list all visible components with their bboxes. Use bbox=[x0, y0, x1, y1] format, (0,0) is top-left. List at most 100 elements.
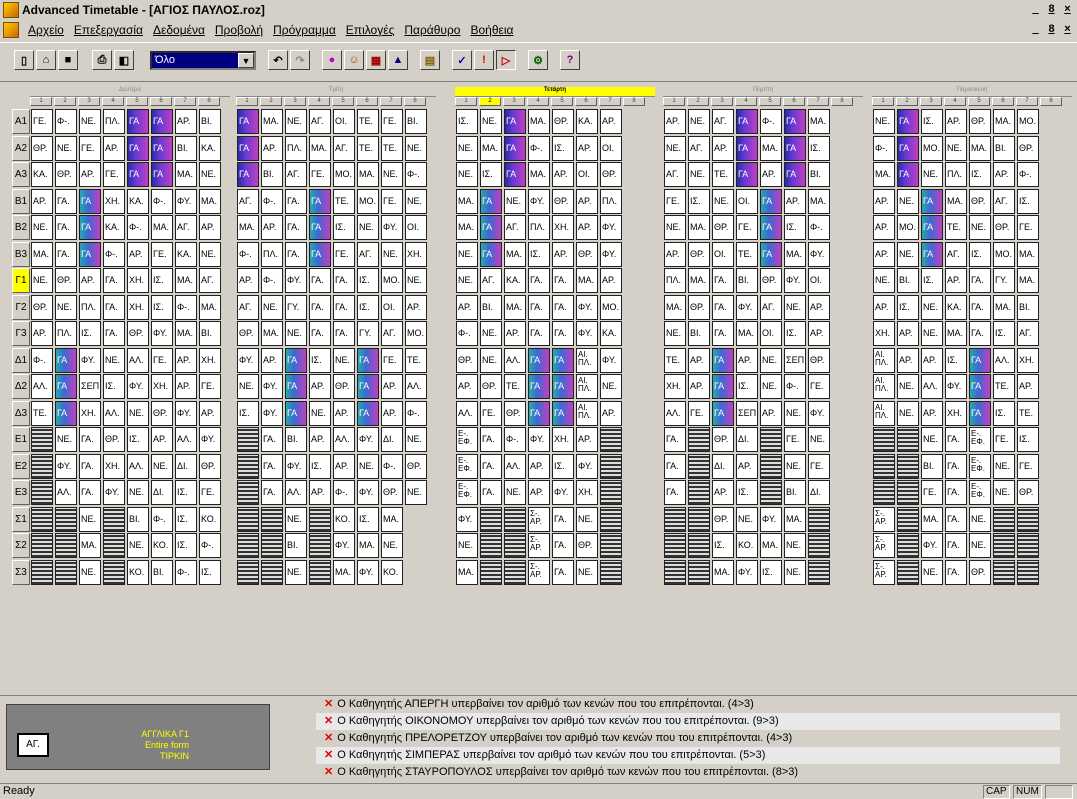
timetable-cell[interactable]: ΙΣ. bbox=[552, 453, 574, 479]
period-header[interactable]: 3 bbox=[711, 97, 733, 106]
timetable-cell[interactable]: ΑΓ. bbox=[1017, 321, 1039, 346]
timetable-cell[interactable]: ΙΣ. bbox=[357, 294, 379, 320]
period-header[interactable]: 5 bbox=[968, 97, 990, 106]
timetable-cell[interactable]: ΑΡ. bbox=[1017, 374, 1039, 399]
timetable-cell[interactable]: ΓΑ. bbox=[945, 480, 967, 505]
timetable-cell[interactable]: ΓΑ bbox=[897, 109, 919, 134]
timetable-cell[interactable]: ΙΣ. bbox=[784, 321, 806, 346]
timetable-cell[interactable]: ΝΕ. bbox=[921, 321, 943, 346]
timetable-cell[interactable]: ΑΡ. bbox=[31, 188, 53, 214]
settings-icon[interactable]: ⚙ bbox=[528, 50, 548, 70]
timetable-cell[interactable]: ΜΟ. bbox=[921, 135, 943, 161]
class-label[interactable]: Β1 bbox=[12, 188, 30, 214]
period-header[interactable]: 6 bbox=[992, 97, 1014, 106]
timetable-cell[interactable]: ΚΟ. bbox=[333, 506, 355, 532]
timetable-cell[interactable]: ΑΓ. bbox=[760, 294, 782, 320]
timetable-cell[interactable]: Φ-. bbox=[760, 109, 782, 134]
day-header[interactable]: Τετάρτη bbox=[455, 87, 655, 97]
timetable-cell[interactable]: ΑΓ. bbox=[285, 162, 307, 187]
doc-maximize-button[interactable]: 8 bbox=[1044, 22, 1059, 36]
timetable-cell[interactable]: ΑΡ. bbox=[309, 480, 331, 505]
timetable-cell[interactable]: ΑΡ. bbox=[760, 400, 782, 426]
redo-icon[interactable]: ↷ bbox=[290, 50, 310, 70]
timetable-cell[interactable]: ΑΛ. bbox=[456, 400, 478, 426]
timetable-cell[interactable]: ΦΥ. bbox=[357, 480, 379, 505]
timetable-cell[interactable]: ΝΕ. bbox=[600, 374, 622, 399]
timetable-cell[interactable]: ΦΥ. bbox=[285, 453, 307, 479]
timetable-cell[interactable]: ΓΑ bbox=[357, 374, 379, 399]
timetable-cell[interactable]: ΓΑ bbox=[55, 347, 77, 373]
period-header[interactable]: 8 bbox=[1040, 97, 1062, 106]
teachers-icon[interactable]: ☺ bbox=[344, 50, 364, 70]
timetable-cell[interactable]: ΚΑ. bbox=[175, 241, 197, 267]
timetable-cell[interactable]: ΦΥ. bbox=[456, 506, 478, 532]
timetable-cell[interactable]: ΓΑ bbox=[480, 188, 502, 214]
timetable-cell[interactable]: ΙΣ. bbox=[528, 241, 550, 267]
timetable-cell[interactable]: ΜΑ. bbox=[456, 188, 478, 214]
period-header[interactable]: 5 bbox=[759, 97, 781, 106]
timetable-cell[interactable]: ΜΑ. bbox=[237, 215, 259, 240]
timetable-cell[interactable]: ΝΕ. bbox=[993, 480, 1015, 505]
timetable-cell[interactable]: ΟΙ. bbox=[381, 294, 403, 320]
timetable-cell[interactable]: ΓΥ. bbox=[357, 321, 379, 346]
timetable-cell[interactable]: ΟΙ. bbox=[333, 109, 355, 134]
timetable-cell[interactable] bbox=[897, 559, 919, 585]
timetable-cell[interactable]: ΑΓ. bbox=[480, 268, 502, 293]
timetable-cell[interactable]: ΓΑ bbox=[552, 347, 574, 373]
timetable-cell[interactable]: ΦΥ. bbox=[79, 347, 101, 373]
timetable-cell[interactable] bbox=[237, 533, 259, 558]
timetable-cell[interactable]: ΜΑ. bbox=[456, 215, 478, 240]
timetable-cell[interactable] bbox=[309, 533, 331, 558]
timetable-cell[interactable]: ΓΑ. bbox=[103, 268, 125, 293]
timetable-cell[interactable]: ΜΑ. bbox=[993, 109, 1015, 134]
timetable-cell[interactable]: ΙΣ. bbox=[357, 268, 379, 293]
timetable-cell[interactable]: ΓΑ bbox=[357, 347, 379, 373]
timetable-cell[interactable]: ΒΙ. bbox=[151, 559, 173, 585]
undo-icon[interactable]: ↶ bbox=[268, 50, 288, 70]
timetable-cell[interactable]: ΑΛ. bbox=[405, 374, 427, 399]
timetable-cell[interactable]: ΒΙ. bbox=[784, 480, 806, 505]
timetable-cell[interactable] bbox=[103, 506, 125, 532]
timetable-cell[interactable] bbox=[760, 427, 782, 452]
timetable-cell[interactable]: ΝΕ. bbox=[784, 559, 806, 585]
timetable-cell[interactable]: ΜΑ. bbox=[664, 294, 686, 320]
timetable-cell[interactable]: ΓΑ bbox=[127, 162, 149, 187]
timetable-cell[interactable]: ΦΥ. bbox=[55, 453, 77, 479]
timetable-cell[interactable]: ΓΑ bbox=[309, 188, 331, 214]
timetable-cell[interactable]: ΓΑ. bbox=[552, 321, 574, 346]
timetable-cell[interactable]: ΙΣ. bbox=[456, 109, 478, 134]
timetable-cell[interactable]: ΝΕ. bbox=[897, 188, 919, 214]
class-label[interactable]: Γ1 bbox=[12, 268, 30, 293]
timetable-cell[interactable] bbox=[897, 506, 919, 532]
timetable-cell[interactable]: ΘΡ. bbox=[969, 559, 991, 585]
timetable-cell[interactable]: ΦΥ. bbox=[175, 400, 197, 426]
timetable-cell[interactable]: ΒΙ. bbox=[285, 533, 307, 558]
check-icon[interactable]: ✓ bbox=[452, 50, 472, 70]
filter-select[interactable]: Όλο ▼ bbox=[150, 51, 256, 70]
timetable-cell[interactable]: ΧΗ. bbox=[103, 453, 125, 479]
timetable-cell[interactable] bbox=[760, 453, 782, 479]
timetable-cell[interactable] bbox=[237, 506, 259, 532]
timetable-cell[interactable]: ΑΡ. bbox=[873, 188, 895, 214]
timetable-cell[interactable]: Ε-. ΕΦ. bbox=[969, 427, 991, 452]
timetable-cell[interactable]: ΑΡ. bbox=[405, 294, 427, 320]
timetable-cell[interactable]: ΝΕ. bbox=[199, 241, 221, 267]
timetable-cell[interactable]: ΑΙ. ΠΛ. bbox=[873, 347, 895, 373]
timetable-cell[interactable]: ΘΡ. bbox=[55, 268, 77, 293]
timetable-cell[interactable]: ΑΡ. bbox=[664, 109, 686, 134]
timetable-cell[interactable]: ΓΑ. bbox=[552, 294, 574, 320]
timetable-cell[interactable] bbox=[688, 506, 710, 532]
timetable-cell[interactable]: ΚΟ. bbox=[199, 506, 221, 532]
class-label[interactable]: Δ2 bbox=[12, 374, 30, 399]
timetable-cell[interactable]: ΓΑ. bbox=[945, 559, 967, 585]
menu-edit[interactable]: Επεξεργασία bbox=[69, 23, 148, 37]
timetable-cell[interactable] bbox=[897, 427, 919, 452]
timetable-cell[interactable]: ΤΕ. bbox=[357, 109, 379, 134]
timetable-cell[interactable] bbox=[504, 559, 526, 585]
list-item[interactable]: ✕ Ο Καθηγητής ΠΡΕΛΟΡΕΤΖΟΥ υπερβαίνει τον … bbox=[316, 730, 1060, 747]
timetable-cell[interactable]: ΙΣ. bbox=[993, 321, 1015, 346]
timetable-cell[interactable]: ΑΛ. bbox=[175, 427, 197, 452]
timetable-cell[interactable]: Ε-. ΕΦ. bbox=[456, 453, 478, 479]
timetable-cell[interactable]: ΜΑ. bbox=[309, 135, 331, 161]
day-header[interactable]: Πέμπτη bbox=[663, 87, 863, 97]
